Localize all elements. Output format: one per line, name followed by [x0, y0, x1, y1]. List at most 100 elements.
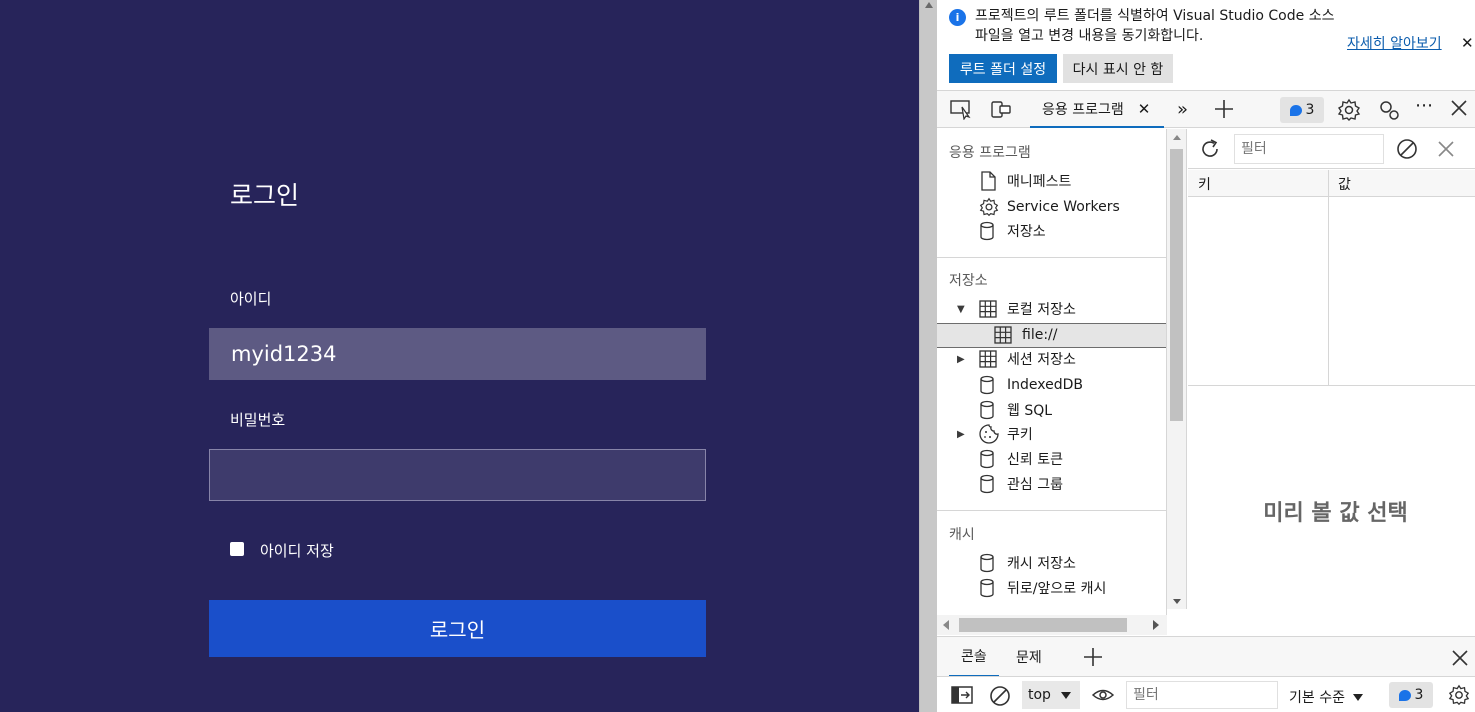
scroll-down-arrow-icon[interactable]	[1173, 599, 1181, 604]
add-tab-icon[interactable]	[1213, 98, 1235, 120]
preview-divider	[1188, 385, 1475, 386]
table-grid-icon	[979, 350, 999, 368]
password-input[interactable]	[209, 449, 706, 501]
sidebar-item-file-origin[interactable]: file://	[994, 323, 1057, 347]
tab-application-label: 응용 프로그램	[1042, 101, 1124, 118]
sidebar-item-bfcache[interactable]: 뒤로/앞으로 캐시	[979, 576, 1106, 600]
dropdown-arrow-icon	[1060, 691, 1071, 699]
sidebar-item-label: 쿠키	[1007, 427, 1033, 443]
id-input[interactable]: myid1234	[209, 328, 706, 380]
clear-all-icon[interactable]	[1396, 138, 1418, 160]
database-icon	[979, 474, 999, 494]
add-tab-icon[interactable]	[1083, 647, 1103, 667]
sidebar-item-web-sql[interactable]: 웹 SQL	[979, 398, 1052, 422]
sidebar-item-label: 뒤로/앞으로 캐시	[1007, 581, 1107, 597]
database-icon	[979, 553, 999, 573]
sidebar-vertical-scrollbar[interactable]	[1167, 129, 1187, 609]
remember-id-checkbox[interactable]	[230, 542, 244, 556]
dont-show-again-button[interactable]: 다시 표시 안 함	[1063, 54, 1173, 83]
sidebar-item-cookies[interactable]: 쿠키	[979, 422, 1033, 446]
live-expression-eye-icon[interactable]	[1091, 685, 1115, 705]
log-level-selector[interactable]: 기본 수준	[1289, 687, 1363, 707]
login-button[interactable]: 로그인	[209, 600, 706, 657]
console-settings-gear-icon[interactable]	[1448, 684, 1470, 706]
infobar-message: 프로젝트의 루트 폴더를 식별하여 Visual Studio Code 소스 …	[975, 8, 1335, 44]
tab-issues[interactable]: 문제	[1004, 637, 1054, 677]
learn-more-link[interactable]: 자세히 알아보기	[1347, 33, 1442, 53]
login-page: 로그인 아이디 myid1234 비밀번호 아이디 저장 로그인	[0, 0, 919, 712]
tab-application[interactable]: 응용 프로그램 ✕	[1030, 91, 1164, 128]
column-key[interactable]: 키	[1198, 174, 1211, 194]
chat-bubble-icon	[1398, 689, 1411, 701]
refresh-icon[interactable]	[1198, 137, 1222, 161]
inspect-element-icon[interactable]	[949, 98, 973, 120]
sidebar-item-label: file://	[1022, 327, 1058, 343]
console-filter-input[interactable]: 필터	[1126, 681, 1278, 709]
column-value[interactable]: 값	[1338, 174, 1351, 194]
collapsed-arrow-icon[interactable]: ▶	[957, 429, 965, 440]
sidebar-item-label: 로컬 저장소	[1007, 302, 1076, 318]
sidebar-item-trust-tokens[interactable]: 신뢰 토큰	[979, 447, 1063, 471]
sidebar-item-local-storage[interactable]: 로컬 저장소	[979, 297, 1076, 321]
scroll-up-arrow-icon[interactable]	[1173, 135, 1181, 140]
drawer-tabbar: 콘솔 문제	[937, 636, 1475, 677]
storage-toolbar: 필터	[1188, 129, 1475, 169]
more-tabs-icon[interactable]: »	[1177, 99, 1188, 120]
sidebar-item-storage[interactable]: 저장소	[979, 219, 1046, 243]
section-cache: 캐시	[949, 527, 975, 543]
sidebar-item-label: 저장소	[1007, 224, 1046, 240]
filter-input[interactable]: 필터	[1234, 134, 1384, 164]
issues-badge[interactable]: 3	[1280, 97, 1324, 123]
collapsed-arrow-icon[interactable]: ▶	[957, 354, 965, 365]
customize-icon[interactable]	[1377, 98, 1401, 122]
table-header: 키 값	[1188, 170, 1475, 197]
scrollbar-thumb[interactable]	[959, 618, 1127, 632]
more-options-icon[interactable]: ⋯	[1415, 95, 1433, 116]
file-icon	[979, 171, 999, 191]
close-drawer-icon[interactable]	[1451, 649, 1469, 667]
scroll-left-arrow-icon[interactable]	[943, 620, 949, 630]
sidebar-item-cache-storage[interactable]: 캐시 저장소	[979, 551, 1076, 575]
close-devtools-icon[interactable]	[1449, 98, 1469, 118]
scroll-right-arrow-icon[interactable]	[1153, 620, 1159, 630]
sidebar-item-manifest[interactable]: 매니페스트	[979, 169, 1071, 193]
remember-id-label: 아이디 저장	[260, 542, 334, 560]
console-issues-badge[interactable]: 3	[1389, 682, 1433, 708]
scrollbar-thumb[interactable]	[1170, 149, 1183, 421]
issues-count: 3	[1414, 687, 1424, 703]
info-icon: i	[949, 9, 966, 26]
sidebar-item-label: 매니페스트	[1007, 174, 1072, 190]
tab-console[interactable]: 콘솔	[949, 637, 999, 677]
device-emulation-icon[interactable]	[989, 98, 1013, 120]
set-root-folder-button[interactable]: 루트 폴더 설정	[949, 54, 1057, 83]
sidebar-item-interest-groups[interactable]: 관심 그룹	[979, 472, 1063, 496]
sidebar-item-label: 신뢰 토큰	[1007, 452, 1063, 468]
close-icon[interactable]: ✕	[1461, 34, 1474, 52]
infobar: i 프로젝트의 루트 폴더를 식별하여 Visual Studio Code 소…	[937, 0, 1475, 90]
clear-console-icon[interactable]	[989, 685, 1011, 707]
devtools-panel: i 프로젝트의 루트 폴더를 식별하여 Visual Studio Code 소…	[937, 0, 1475, 712]
context-selector[interactable]: top	[1022, 681, 1080, 709]
column-divider[interactable]	[1328, 170, 1329, 386]
cookie-icon	[979, 424, 999, 444]
sidebar-item-service-workers[interactable]: Service Workers	[979, 195, 1120, 219]
database-icon	[979, 578, 999, 598]
sidebar-toggle-icon[interactable]	[951, 686, 973, 704]
sidebar-item-label: IndexedDB	[1007, 377, 1083, 393]
panel-resizer[interactable]	[919, 0, 937, 712]
database-icon	[979, 375, 999, 395]
delete-selected-icon[interactable]	[1437, 140, 1455, 158]
resizer-up-arrow-icon	[925, 2, 933, 8]
divider	[937, 510, 1166, 511]
close-tab-icon[interactable]: ✕	[1138, 100, 1151, 118]
sidebar-item-indexeddb[interactable]: IndexedDB	[979, 373, 1083, 397]
sidebar-item-session-storage[interactable]: 세션 저장소	[979, 347, 1076, 371]
expanded-arrow-icon[interactable]: ▼	[957, 304, 965, 315]
settings-gear-icon[interactable]	[1337, 98, 1361, 122]
sidebar-item-label: 세션 저장소	[1007, 352, 1076, 368]
devtools-toolbar: 응용 프로그램 ✕ » 3 ⋯	[937, 90, 1475, 128]
database-icon	[979, 449, 999, 469]
sidebar-item-label: 캐시 저장소	[1007, 556, 1076, 572]
sidebar-horizontal-scrollbar[interactable]	[937, 615, 1167, 635]
sidebar-item-label: 웹 SQL	[1007, 403, 1053, 419]
